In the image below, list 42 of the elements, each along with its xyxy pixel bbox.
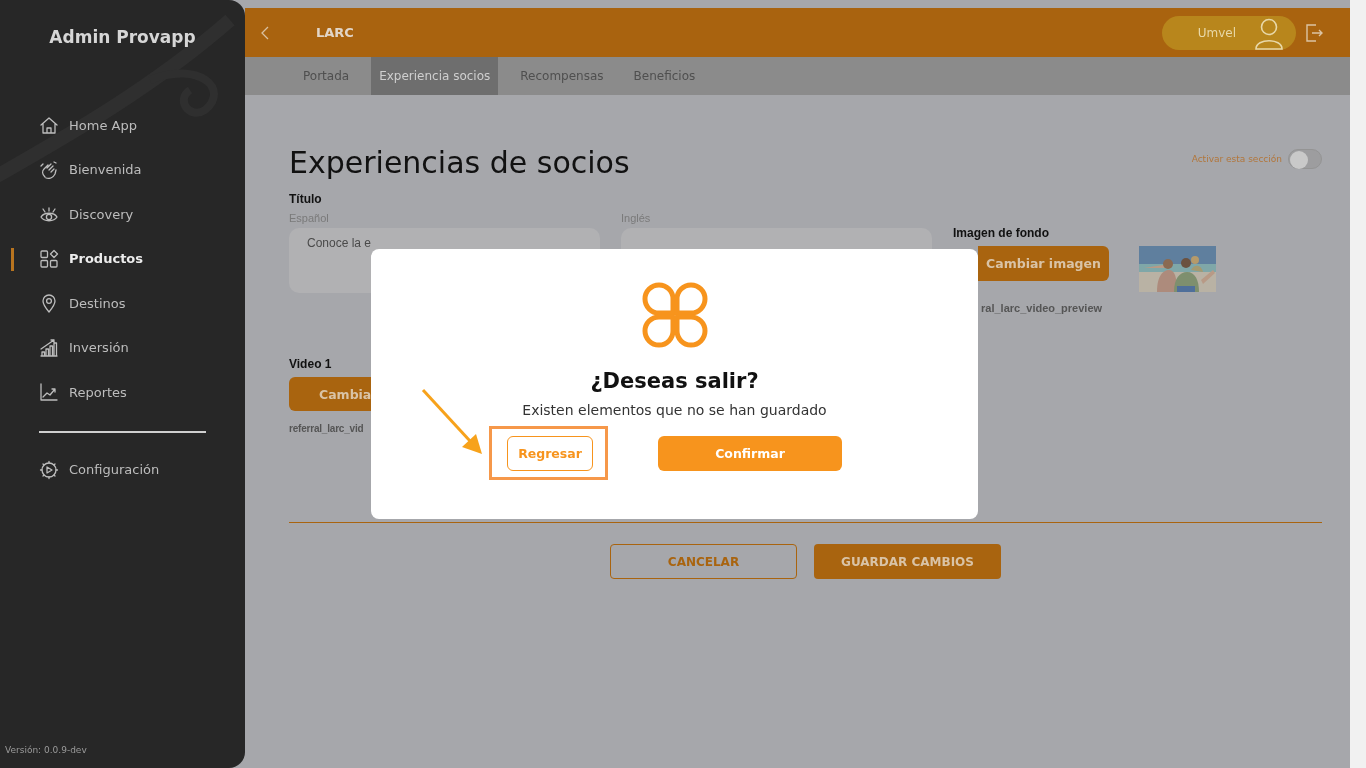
- page-heading: Experiencias de socios: [289, 145, 630, 180]
- sidebar-item[interactable]: Bienvenida: [0, 147, 245, 192]
- sidebar-item[interactable]: Reportes: [0, 370, 245, 415]
- version-text: Versión: 0.0.9-dev: [4, 745, 88, 757]
- page-title: LARC: [316, 25, 354, 40]
- back-icon[interactable]: [260, 24, 270, 41]
- tab[interactable]: Experiencia socios: [371, 57, 499, 95]
- change-image-button[interactable]: Cambiar imagen: [978, 246, 1109, 281]
- location-pin-icon: [39, 293, 59, 314]
- file-name: referral_larc_vid: [289, 423, 365, 434]
- gear-icon: [39, 459, 59, 480]
- logout-icon[interactable]: [1304, 22, 1324, 43]
- shapes-icon: [39, 248, 59, 269]
- field-label: Imagen de fondo: [953, 226, 1050, 240]
- confirm-button[interactable]: Confirmar: [658, 436, 842, 471]
- file-name: ral_larc_video_preview: [981, 302, 1104, 314]
- sidebar-item[interactable]: Destinos: [0, 281, 245, 326]
- clover-icon: [641, 282, 708, 348]
- field-label: Video 1: [289, 357, 333, 371]
- tab[interactable]: Recompensas: [512, 57, 612, 95]
- house-icon: [39, 115, 59, 136]
- user-button[interactable]: Umvel: [1162, 15, 1296, 50]
- toggle-switch[interactable]: [1288, 149, 1322, 169]
- sidebar-item[interactable]: Configuración: [0, 447, 245, 492]
- sidebar-item[interactable]: Discovery: [0, 192, 245, 237]
- save-button[interactable]: GUARDAR CAMBIOS: [814, 544, 1001, 579]
- line-chart-icon: [39, 382, 59, 403]
- sidebar-item[interactable]: Productos: [0, 236, 245, 281]
- toggle-label: Activar esta sección: [1191, 154, 1282, 164]
- app-name: Admin Provapp: [48, 26, 197, 49]
- tab[interactable]: Portada: [295, 57, 358, 95]
- tab[interactable]: Beneficios: [625, 57, 704, 95]
- bar-chart-icon: [39, 337, 59, 358]
- change-video-button[interactable]: Cambia: [289, 377, 371, 411]
- dialog-title: ¿Deseas salir?: [590, 369, 759, 393]
- sidebar-item[interactable]: Home App: [0, 103, 245, 148]
- dialog-message: Existen elementos que no se han guardado: [522, 402, 827, 418]
- waving-hand-icon: [39, 159, 59, 180]
- sidebar-item[interactable]: Inversión: [0, 325, 245, 370]
- cancel-button[interactable]: CANCELAR: [610, 544, 797, 579]
- field-label: Título: [289, 192, 323, 206]
- back-button[interactable]: Regresar: [507, 436, 593, 471]
